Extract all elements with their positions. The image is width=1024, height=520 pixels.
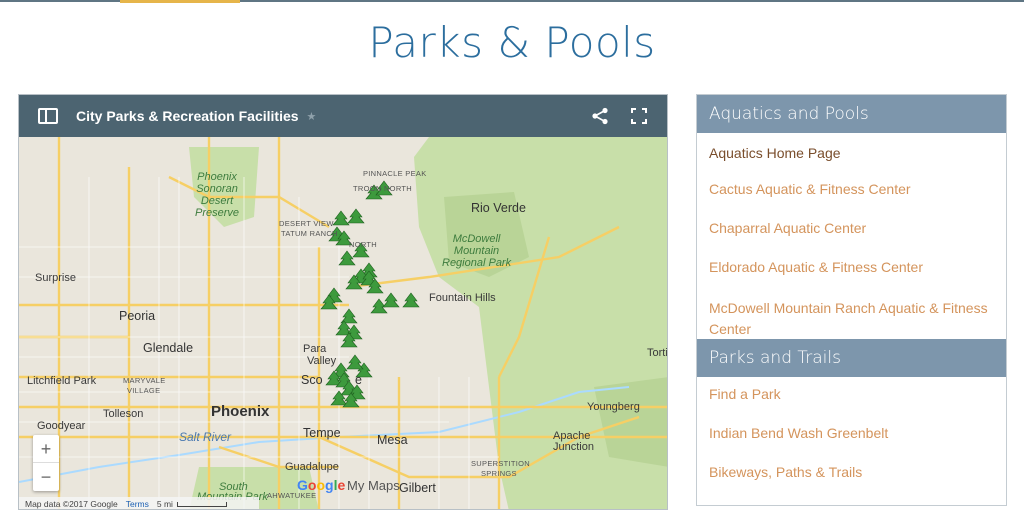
map-label-springs: SPRINGS — [481, 469, 517, 478]
map-label-gilbert: Gilbert — [399, 481, 436, 495]
map-label-scottsdale-end: e — [355, 373, 362, 387]
panel-toggle-icon[interactable] — [38, 108, 58, 124]
share-icon[interactable] — [591, 107, 609, 125]
map-label-youngberg: Youngberg — [587, 401, 640, 413]
scale-label: 5 mi — [156, 499, 173, 509]
map-label-pinnacle-peak: PINNACLE PEAK — [363, 169, 427, 178]
map-label-mesa: Mesa — [377, 433, 408, 447]
map-embed[interactable]: City Parks & Recreation Facilities ★ PIN… — [18, 94, 668, 510]
map-label-scottsdale: Sco — [301, 373, 323, 387]
top-accent-line — [120, 0, 240, 3]
map-label-salt-river: Salt River — [179, 430, 232, 444]
link-aquatics-home[interactable]: Aquatics Home Page — [697, 133, 1006, 172]
map-label-tolleson: Tolleson — [103, 408, 144, 420]
map-canvas[interactable]: PINNACLE PEAK TROON NORTH Rio Verde Phoe… — [19, 137, 668, 509]
map-label-valley: Valley — [307, 355, 337, 367]
map-label-troon-north: TROON NORTH — [353, 184, 412, 193]
map-data-credit: Map data ©2017 Google — [25, 499, 118, 509]
map-label-village: VILLAGE — [127, 386, 161, 395]
link-eldorado-aquatic[interactable]: Eldorado Aquatic & Fitness Center — [697, 250, 1006, 289]
page-title: Parks & Pools — [368, 18, 656, 67]
map-label-rio-verde: Rio Verde — [471, 201, 526, 215]
map-label-phoenix-sonoran: Phoenix Sonoran Desert Preserve — [195, 171, 240, 219]
map-label-phoenix: Phoenix — [211, 403, 270, 420]
map-label-goodyear: Goodyear — [37, 420, 86, 432]
sidebar-nav: Aquatics and Pools Aquatics Home Page Ca… — [696, 94, 1007, 506]
map-label-maryvale: MARYVALE — [123, 376, 166, 385]
link-cactus-aquatic[interactable]: Cactus Aquatic & Fitness Center — [697, 172, 1006, 211]
map-label-guadalupe: Guadalupe — [285, 461, 339, 473]
link-find-a-park[interactable]: Find a Park — [697, 377, 1006, 416]
terms-link[interactable]: Terms — [126, 499, 149, 509]
map-label-peoria: Peoria — [119, 309, 156, 323]
zoom-control: + − — [33, 435, 59, 491]
map-base-layer — [19, 137, 667, 509]
map-label-surprise: Surprise — [35, 272, 76, 284]
zoom-out-button[interactable]: − — [33, 463, 59, 491]
map-label-north: NORTH — [349, 240, 378, 249]
map-label-apache-junction: Apache Junction — [553, 430, 594, 453]
section-aquatics: Aquatics and Pools Aquatics Home Page Ca… — [697, 95, 1006, 339]
google-logo: Google — [297, 477, 346, 493]
map-label-fountain-hills: Fountain Hills — [429, 292, 496, 304]
map-label-tortilla: Torti — [647, 347, 668, 359]
section-header-aquatics: Aquatics and Pools — [697, 95, 1006, 133]
link-indian-bend-wash[interactable]: Indian Bend Wash Greenbelt — [697, 416, 1006, 455]
link-bikeways[interactable]: Bikeways, Paths & Trails — [697, 455, 1006, 494]
map-label-paradise: Para — [303, 343, 327, 355]
section-header-parks: Parks and Trails — [697, 339, 1006, 377]
map-header: City Parks & Recreation Facilities ★ — [19, 95, 667, 137]
star-icon[interactable]: ★ — [307, 110, 317, 123]
scale-bar — [176, 501, 227, 507]
map-label-litchfield: Litchfield Park — [27, 375, 97, 387]
map-label-tatum-ranch: TATUM RANCH — [281, 229, 338, 238]
map-label-desert-view: DESERT VIEW — [279, 219, 334, 228]
zoom-in-button[interactable]: + — [33, 435, 59, 463]
section-parks: Parks and Trails Find a Park Indian Bend… — [697, 339, 1006, 494]
map-label-superstition: SUPERSTITION — [471, 459, 531, 468]
link-mcdowell-aquatic[interactable]: McDowell Mountain Ranch Aquatic & Fitnes… — [697, 289, 1006, 339]
link-chaparral-aquatic[interactable]: Chaparral Aquatic Center — [697, 211, 1006, 250]
my-maps-label: My Maps — [347, 478, 400, 493]
map-label-tempe: Tempe — [303, 426, 341, 440]
map-label-mcdowell-park: McDowell Mountain Regional Park — [442, 233, 512, 269]
map-label-glendale: Glendale — [143, 341, 194, 355]
map-title[interactable]: City Parks & Recreation Facilities — [76, 108, 299, 124]
fullscreen-icon[interactable] — [631, 108, 647, 124]
map-attribution: Map data ©2017 Google Terms 5 mi — [19, 497, 259, 509]
